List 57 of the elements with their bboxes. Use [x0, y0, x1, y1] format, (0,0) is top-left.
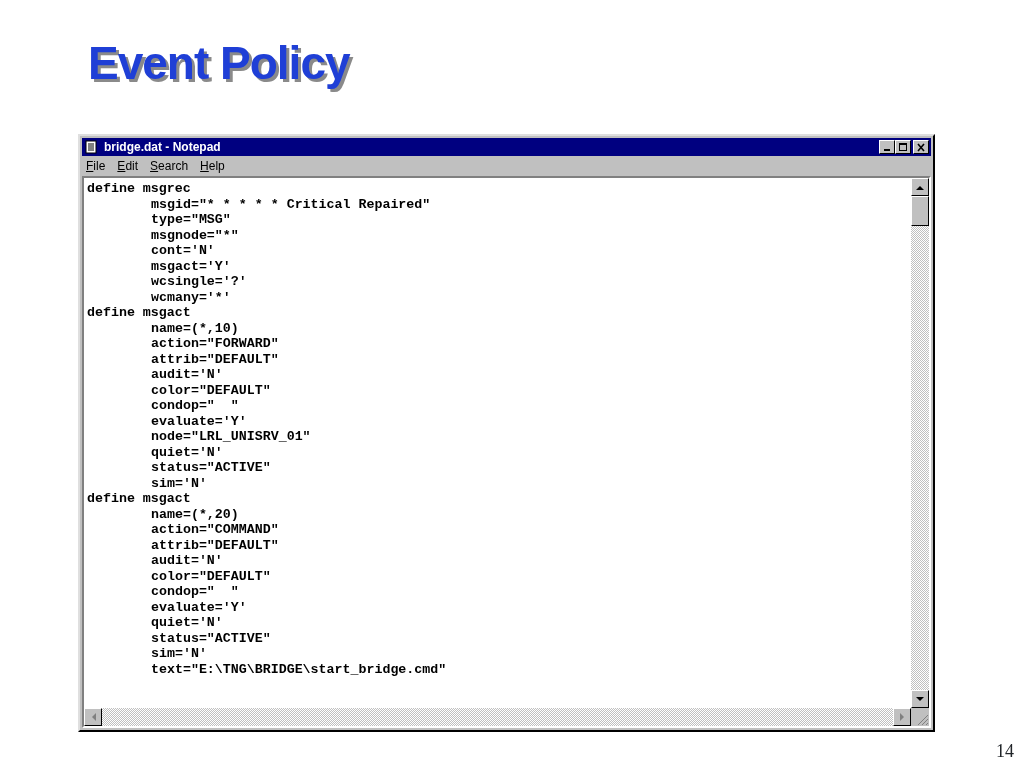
text-line: audit='N' — [151, 367, 223, 383]
text-line: color="DEFAULT" — [151, 382, 271, 398]
menu-item[interactable]: File — [86, 159, 106, 173]
window-title: bridge.dat - Notepad — [104, 140, 222, 154]
text-line: attrib="DEFAULT" — [151, 351, 279, 367]
up-arrow-icon — [916, 184, 924, 190]
text-line: msgnode="*" — [151, 227, 239, 243]
scroll-left-button[interactable] — [84, 708, 102, 726]
text-line: define msgact — [87, 491, 191, 507]
text-line: quiet='N' — [151, 615, 223, 631]
minimize-icon — [884, 149, 890, 151]
text-line: evaluate='Y' — [151, 599, 247, 615]
text-line: condop=" " — [151, 584, 239, 600]
text-line: audit='N' — [151, 553, 223, 569]
close-button[interactable] — [913, 140, 929, 154]
resize-grip-icon — [917, 714, 929, 726]
scroll-right-button[interactable] — [893, 708, 911, 726]
text-line: evaluate='Y' — [151, 413, 247, 429]
text-line: attrib="DEFAULT" — [151, 537, 279, 553]
text-line: wcmany='*' — [151, 289, 231, 305]
text-line: msgid="* * * * * Critical Repaired" — [151, 196, 431, 212]
notepad-icon — [84, 140, 98, 154]
text-line: define msgrec — [87, 181, 191, 197]
minimize-button[interactable] — [879, 140, 895, 154]
vertical-scrollbar[interactable] — [911, 178, 929, 708]
text-line: type="MSG" — [151, 212, 231, 228]
text-line: status="ACTIVE" — [151, 460, 271, 476]
maximize-button[interactable] — [895, 140, 911, 154]
text-line: status="ACTIVE" — [151, 630, 271, 646]
text-line: sim='N' — [151, 475, 207, 491]
text-line: action="COMMAND" — [151, 522, 279, 538]
text-line: text="E:\TNG\BRIDGE\start_bridge.cmd" — [151, 661, 447, 677]
menu-item[interactable]: Search — [150, 159, 189, 173]
text-line: define msgact — [87, 305, 191, 321]
text-line: action="FORWARD" — [151, 336, 279, 352]
text-line: node="LRL_UNISRV_01" — [151, 429, 311, 445]
text-line: cont='N' — [151, 243, 215, 259]
down-arrow-icon — [916, 696, 924, 702]
scroll-up-button[interactable] — [911, 178, 929, 196]
text-line: quiet='N' — [151, 444, 223, 460]
left-arrow-icon — [90, 713, 96, 721]
text-line: name=(*,10) — [151, 320, 239, 336]
close-icon — [915, 141, 927, 153]
horizontal-scrollbar[interactable] — [84, 708, 911, 726]
scroll-thumb[interactable] — [911, 196, 929, 226]
right-arrow-icon — [899, 713, 905, 721]
text-line: wcsingle='?' — [151, 274, 247, 290]
menu-item[interactable]: Help — [200, 159, 225, 173]
text-line: name=(*,20) — [151, 506, 239, 522]
text-line: color="DEFAULT" — [151, 568, 271, 584]
text-line: condop=" " — [151, 398, 239, 414]
text-line: msgact='Y' — [151, 258, 231, 274]
scroll-down-button[interactable] — [911, 690, 929, 708]
page-number: 14 — [996, 741, 1014, 762]
text-line: sim='N' — [151, 646, 207, 662]
menu-item[interactable]: Edit — [117, 159, 139, 173]
maximize-icon — [897, 141, 909, 153]
